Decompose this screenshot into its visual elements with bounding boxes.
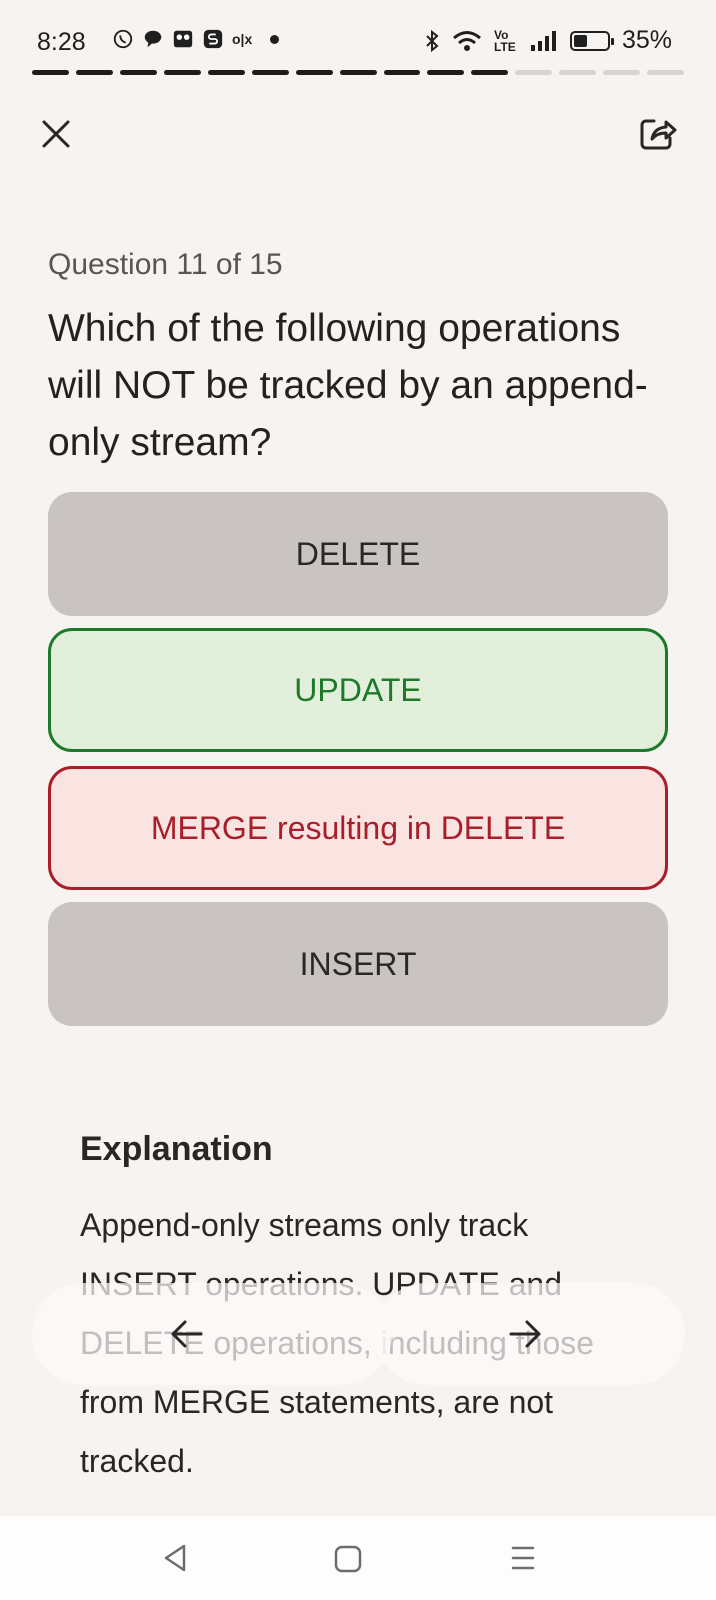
status-bar: 8:28 o|x Vo LTE 35% bbox=[0, 0, 716, 80]
next-question-button[interactable] bbox=[375, 1283, 685, 1385]
close-icon[interactable] bbox=[38, 116, 74, 152]
progress-segment bbox=[207, 70, 245, 75]
signal-icon bbox=[530, 30, 556, 51]
whatsapp-icon bbox=[113, 29, 133, 49]
app-s-icon bbox=[203, 29, 223, 49]
option-label: MERGE resulting in DELETE bbox=[150, 809, 566, 846]
progress-segment bbox=[32, 70, 69, 75]
progress-segment bbox=[603, 70, 641, 75]
option-label: UPDATE bbox=[294, 671, 422, 708]
status-time: 8:28 bbox=[37, 28, 86, 56]
progress-segment bbox=[559, 70, 597, 75]
answer-option-merge-incorrect[interactable]: MERGE resulting in DELETE bbox=[48, 766, 668, 890]
answer-option-update-correct[interactable]: UPDATE bbox=[48, 628, 668, 752]
more-notifications-dot bbox=[270, 34, 280, 44]
chat-bubble-icon bbox=[144, 30, 162, 48]
explanation-title: Explanation bbox=[80, 1130, 273, 1168]
progress-segment bbox=[75, 70, 113, 75]
group-icon bbox=[173, 30, 193, 48]
battery-percent: 35% bbox=[621, 26, 672, 54]
option-label: DELETE bbox=[295, 535, 421, 572]
notification-icons: o|x bbox=[112, 28, 280, 50]
progress-segment bbox=[251, 70, 289, 75]
arrow-right-icon bbox=[509, 1320, 541, 1348]
arrow-left-icon bbox=[171, 1320, 203, 1348]
triangle-back-icon[interactable] bbox=[160, 1538, 190, 1578]
progress-segment bbox=[119, 70, 157, 75]
wifi-icon bbox=[452, 30, 481, 51]
system-navigation-bar bbox=[0, 1516, 716, 1600]
progress-segment bbox=[471, 70, 509, 75]
progress-segment bbox=[515, 70, 553, 75]
quiz-progress-bar bbox=[32, 70, 685, 75]
question-text: Which of the following operations will N… bbox=[48, 307, 648, 464]
square-home-icon[interactable] bbox=[333, 1538, 363, 1578]
bluetooth-icon bbox=[426, 29, 439, 52]
progress-segment bbox=[647, 70, 685, 75]
progress-segment bbox=[383, 70, 421, 75]
olx-icon: o|x bbox=[232, 31, 253, 47]
option-label: INSERT bbox=[299, 945, 417, 982]
answer-option-delete[interactable]: DELETE bbox=[48, 492, 668, 616]
volte-label: Vo LTE bbox=[493, 27, 516, 54]
progress-segment bbox=[163, 70, 201, 75]
three-lines-menu-icon[interactable] bbox=[508, 1538, 538, 1578]
progress-segment bbox=[427, 70, 465, 75]
system-status: Vo LTE 35% bbox=[424, 26, 672, 55]
question-counter: Question 11 of 15 bbox=[48, 248, 283, 281]
previous-question-button[interactable] bbox=[32, 1283, 392, 1385]
answer-option-insert[interactable]: INSERT bbox=[48, 902, 668, 1026]
progress-segment bbox=[295, 70, 333, 75]
battery-icon bbox=[569, 30, 614, 51]
share-icon[interactable] bbox=[636, 112, 678, 154]
progress-segment bbox=[339, 70, 377, 75]
